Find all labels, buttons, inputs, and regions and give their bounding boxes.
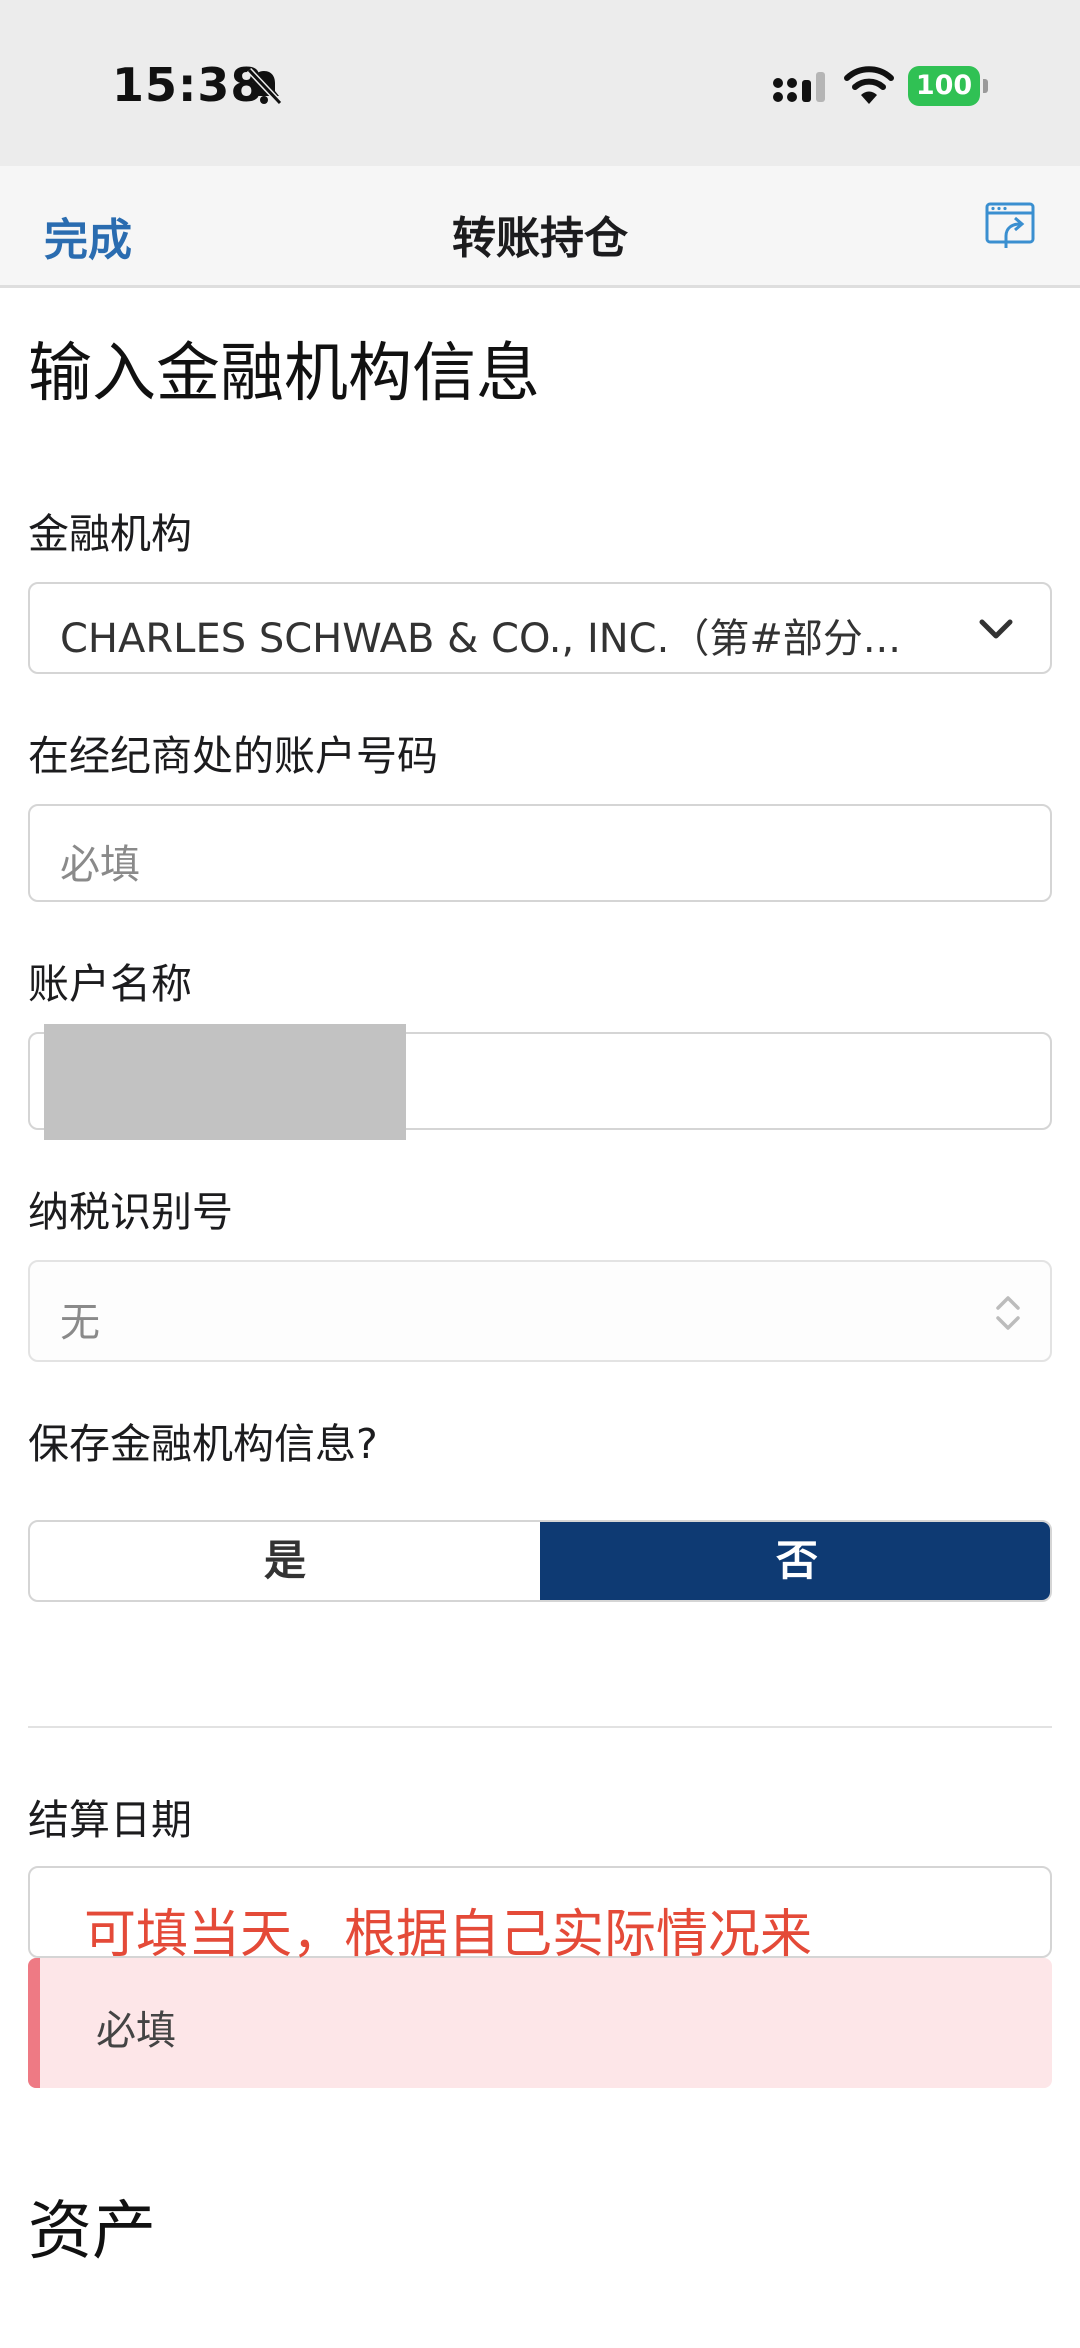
redacted-block — [44, 1024, 406, 1140]
updown-chevron-icon — [996, 1296, 1020, 1330]
wifi-icon — [844, 66, 894, 104]
battery-tip — [983, 79, 988, 93]
account-number-placeholder: 必填 — [60, 842, 140, 888]
institution-label: 金融机构 — [28, 510, 192, 558]
account-number-input[interactable]: 必填 — [28, 804, 1052, 902]
tax-id-select[interactable]: 无 — [28, 1260, 1052, 1362]
settlement-date-error: 必填 — [28, 1958, 1052, 2088]
error-accent-bar — [28, 1958, 40, 2088]
page-title: 转账持仓 — [452, 213, 628, 264]
red-annotation-text: 可填当天，根据自己实际情况来 — [84, 1905, 813, 1965]
section-divider — [28, 1726, 1052, 1728]
chevron-down-icon — [979, 619, 1013, 639]
settlement-date-label: 结算日期 — [28, 1796, 192, 1844]
bell-muted-icon — [246, 67, 283, 106]
save-info-yes-button[interactable]: 是 — [30, 1522, 540, 1600]
tax-id-label: 纳税识别号 — [28, 1188, 233, 1236]
battery-level: 100 — [908, 66, 980, 106]
status-time: 15:38 — [112, 58, 264, 112]
save-info-label: 保存金融机构信息? — [28, 1420, 378, 1468]
institution-select[interactable]: CHARLES SCHWAB & CO., INC.（第#部分... — [28, 582, 1052, 674]
nav-bar: 转账持仓 完成 — [0, 166, 1080, 288]
institution-value: CHARLES SCHWAB & CO., INC.（第#部分... — [60, 616, 901, 662]
share-window-icon[interactable] — [984, 198, 1038, 252]
save-info-toggle: 是 否 — [28, 1520, 1052, 1602]
account-name-label: 账户名称 — [28, 960, 192, 1008]
account-number-label: 在经纪商处的账户号码 — [28, 732, 438, 780]
assets-heading: 资产 — [28, 2195, 156, 2269]
status-bar: 15:38 100 — [0, 0, 1080, 166]
tax-id-value: 无 — [60, 1300, 100, 1346]
cellular-signal-icon — [773, 72, 825, 102]
battery-indicator: 100 — [908, 66, 988, 106]
save-info-no-button[interactable]: 否 — [540, 1522, 1050, 1600]
done-button[interactable]: 完成 — [44, 204, 132, 268]
error-message: 必填 — [96, 2008, 176, 2054]
form-heading: 输入金融机构信息 — [28, 337, 540, 411]
